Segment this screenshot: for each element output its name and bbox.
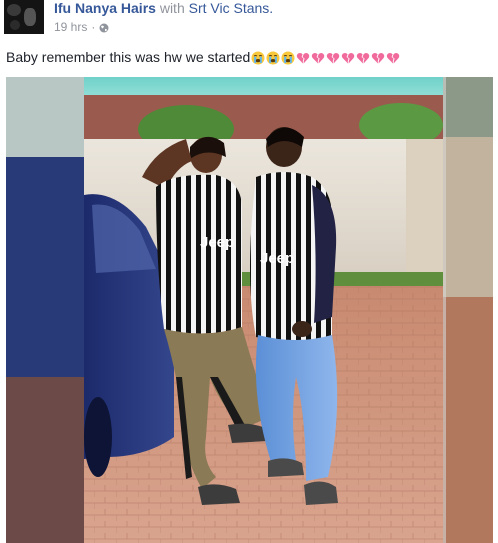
post-timestamp[interactable]: 19 hrs <box>54 20 87 34</box>
broken-heart-icon <box>371 51 385 65</box>
broken-heart-icon <box>296 51 310 65</box>
post-header: Ifu Nanya Hairs with Srt Vic Stans. 19 h… <box>0 0 498 40</box>
author-avatar[interactable] <box>4 0 44 34</box>
with-label: with <box>159 0 185 16</box>
post-message-text: Baby remember this was hw we started <box>6 49 251 65</box>
broken-heart-icon <box>326 51 340 65</box>
broken-heart-icon <box>341 51 355 65</box>
meta-separator: · <box>91 20 96 34</box>
tagged-user-link[interactable]: Srt Vic Stans. <box>189 0 274 16</box>
broken-heart-icon <box>386 51 400 65</box>
crying-face-icon <box>251 51 265 65</box>
globe-icon[interactable] <box>99 22 109 33</box>
post-photo[interactable]: Jeep Jeep <box>6 77 493 543</box>
crying-face-icon <box>266 51 280 65</box>
broken-heart-icon <box>356 51 370 65</box>
shirt-logo-right: Jeep <box>260 250 294 267</box>
post-message: Baby remember this was hw we started <box>6 48 400 66</box>
shirt-logo-left: Jeep <box>200 234 234 251</box>
crying-face-icon <box>281 51 295 65</box>
post-meta: 19 hrs · <box>54 20 109 34</box>
author-name-link[interactable]: Ifu Nanya Hairs <box>54 0 156 16</box>
broken-heart-icon <box>311 51 325 65</box>
emoji-row <box>251 51 400 65</box>
photo-image: Jeep Jeep <box>6 77 493 543</box>
post-header-line: Ifu Nanya Hairs with Srt Vic Stans. <box>54 0 273 16</box>
